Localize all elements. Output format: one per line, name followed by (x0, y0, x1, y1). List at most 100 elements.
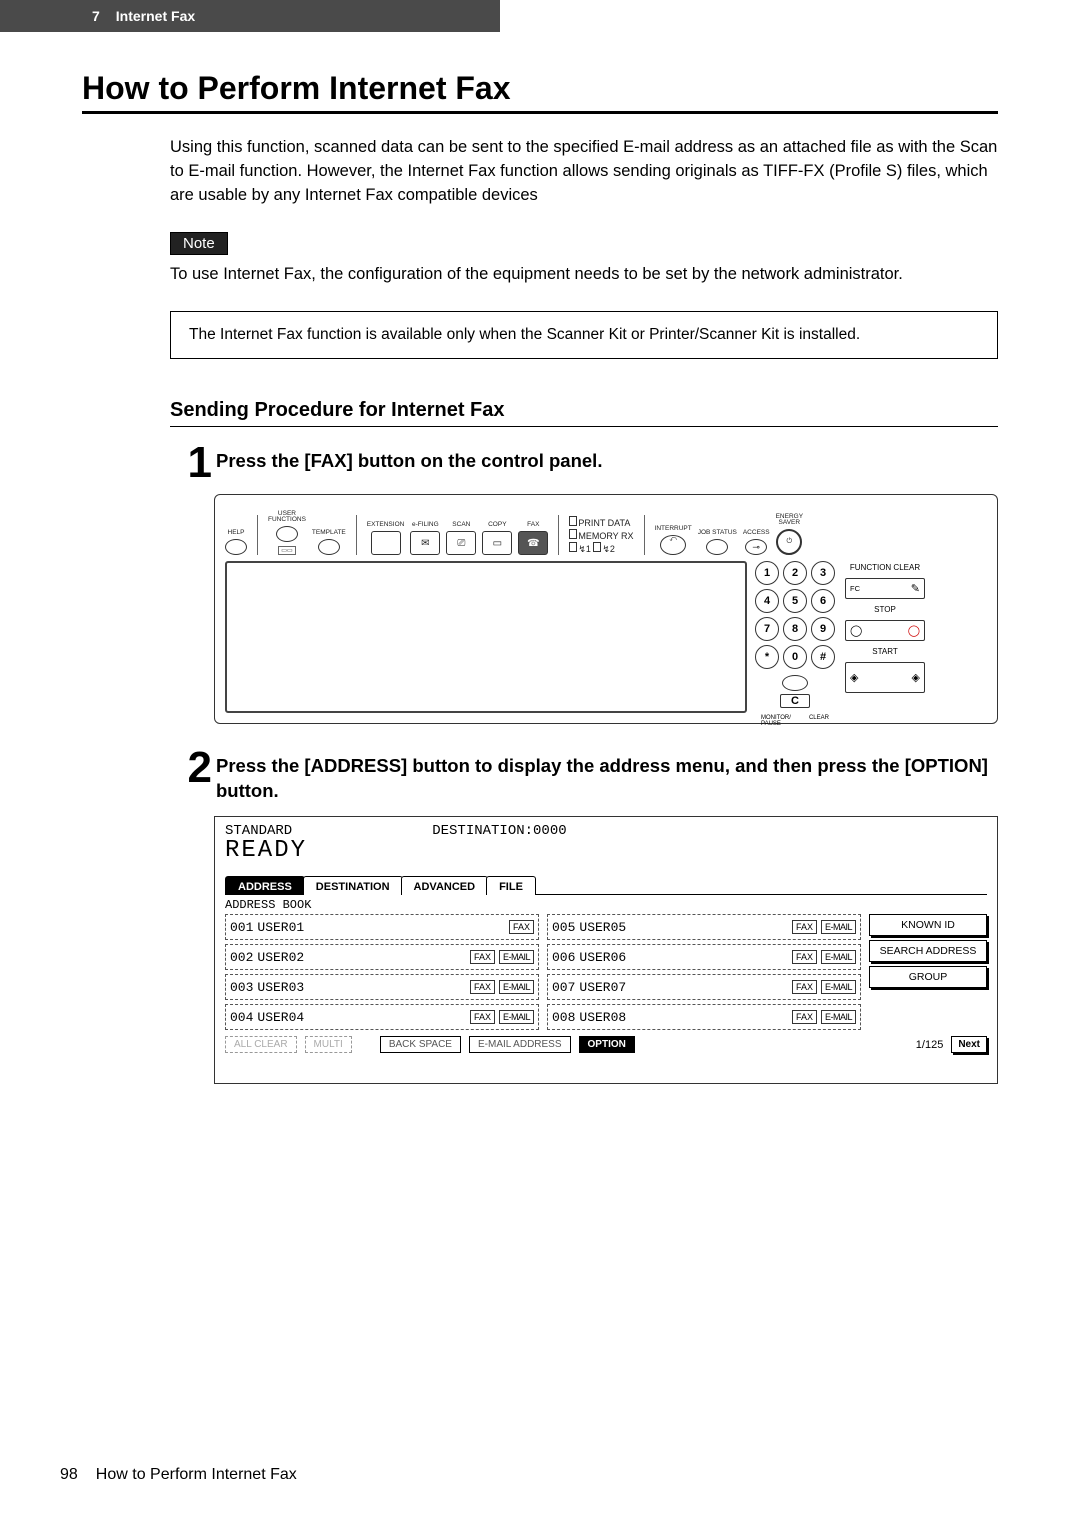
address-row-name: USER03 (257, 980, 466, 995)
stop-button[interactable]: ◯◯ (845, 620, 925, 641)
section-heading: Sending Procedure for Internet Fax (170, 399, 998, 422)
access-label: ACCESS (743, 523, 770, 537)
address-row[interactable]: 005USER05FAXE-MAIL (547, 914, 861, 940)
key-9[interactable]: 9 (811, 617, 835, 641)
tab-address[interactable]: ADDRESS (225, 876, 305, 895)
key-8[interactable]: 8 (783, 617, 807, 641)
address-row[interactable]: 007USER07FAXE-MAIL (547, 974, 861, 1000)
email-pill[interactable]: E-MAIL (499, 1010, 534, 1024)
fax-pill[interactable]: FAX (792, 980, 817, 994)
key-hash[interactable]: # (811, 645, 835, 669)
next-button[interactable]: Next (951, 1036, 987, 1053)
tab-file[interactable]: FILE (486, 876, 536, 895)
address-row-name: USER01 (257, 920, 505, 935)
email-address-button[interactable]: E-MAIL ADDRESS (469, 1036, 571, 1053)
key-1[interactable]: 1 (755, 561, 779, 585)
address-screen-illustration: STANDARD DESTINATION:0000 READY ADDRESS … (214, 816, 998, 1084)
address-row-id: 003 (230, 980, 253, 995)
address-row-name: USER07 (579, 980, 788, 995)
step-number: 2 (170, 748, 216, 788)
template-button[interactable] (318, 539, 340, 555)
email-pill[interactable]: E-MAIL (821, 950, 856, 964)
all-clear-button[interactable]: ALL CLEAR (225, 1036, 297, 1053)
address-column-right: 005USER05FAXE-MAIL006USER06FAXE-MAIL007U… (547, 914, 861, 1030)
email-pill[interactable]: E-MAIL (821, 1010, 856, 1024)
copy-label: COPY (488, 515, 506, 529)
email-pill[interactable]: E-MAIL (821, 920, 856, 934)
fax-pill[interactable]: FAX (470, 950, 495, 964)
key-6[interactable]: 6 (811, 589, 835, 613)
energy-saver-button[interactable]: ⏻ (776, 529, 802, 555)
destination-counter: DESTINATION:0000 (432, 823, 566, 839)
address-row-id: 002 (230, 950, 253, 965)
address-tabs: ADDRESS DESTINATION ADVANCED FILE (225, 876, 987, 895)
monitor-pause-button[interactable] (782, 675, 808, 691)
address-row[interactable]: 008USER08FAXE-MAIL (547, 1004, 861, 1030)
key-0[interactable]: 0 (783, 645, 807, 669)
touch-screen[interactable] (225, 561, 747, 713)
search-address-button[interactable]: SEARCH ADDRESS (869, 940, 987, 962)
energy-saver-label: ENERGY SAVER (776, 513, 803, 527)
fax-pill[interactable]: FAX (509, 920, 534, 934)
extension-button[interactable] (371, 531, 401, 555)
address-column-left: 001USER01FAX002USER02FAXE-MAIL003USER03F… (225, 914, 539, 1030)
intro-paragraph: Using this function, scanned data can be… (170, 136, 998, 208)
keypad-area: 1 2 3 4 5 6 7 8 9 * (755, 561, 987, 713)
fax-pill[interactable]: FAX (792, 1010, 817, 1024)
email-pill[interactable]: E-MAIL (499, 950, 534, 964)
clear-label: CLEAR (809, 715, 829, 727)
email-pill[interactable]: E-MAIL (821, 980, 856, 994)
efiling-button[interactable]: ✉ (410, 531, 440, 555)
key-3[interactable]: 3 (811, 561, 835, 585)
email-pill[interactable]: E-MAIL (499, 980, 534, 994)
address-row-name: USER05 (579, 920, 788, 935)
help-label: HELP (228, 523, 245, 537)
key-2[interactable]: 2 (783, 561, 807, 585)
address-book-label: ADDRESS BOOK (225, 898, 987, 912)
scan-button[interactable]: ⎚ (446, 531, 476, 555)
start-button[interactable]: ◈◈ (845, 662, 925, 693)
key-5[interactable]: 5 (783, 589, 807, 613)
interrupt-label: INTERRUPT (655, 519, 692, 533)
print-data-led: PRINT DATA (578, 518, 630, 528)
address-row[interactable]: 006USER06FAXE-MAIL (547, 944, 861, 970)
fax-pill[interactable]: FAX (470, 980, 495, 994)
key-c[interactable]: C (780, 694, 810, 708)
footer-title: How to Perform Internet Fax (96, 1466, 297, 1484)
copy-button[interactable]: ▭ (482, 531, 512, 555)
fax-button[interactable]: ☎ (518, 531, 548, 555)
tab-advanced[interactable]: ADVANCED (401, 876, 489, 895)
address-row[interactable]: 003 USER03 FAX E-MAIL (225, 974, 539, 1000)
key-7[interactable]: 7 (755, 617, 779, 641)
page-indicator: 1/125 (916, 1039, 944, 1051)
key-4[interactable]: 4 (755, 589, 779, 613)
section-rule (170, 426, 998, 427)
tab-destination[interactable]: DESTINATION (303, 876, 403, 895)
backspace-button[interactable]: BACK SPACE (380, 1036, 461, 1053)
address-row[interactable]: 002USER02FAXE-MAIL (225, 944, 539, 970)
address-side-buttons: KNOWN ID SEARCH ADDRESS GROUP (869, 914, 987, 1030)
stop-label: STOP (845, 603, 925, 616)
group-button[interactable]: GROUP (869, 966, 987, 988)
fax-pill[interactable]: FAX (470, 1010, 495, 1024)
key-star[interactable]: * (755, 645, 779, 669)
fax-pill[interactable]: FAX (792, 920, 817, 934)
address-row-id: 001 (230, 920, 253, 935)
interrupt-button[interactable]: ⤺ (660, 535, 686, 555)
address-row[interactable]: 004USER04FAXE-MAIL (225, 1004, 539, 1030)
multi-button[interactable]: MULTI (305, 1036, 352, 1053)
step-text: Press the [FAX] button on the control pa… (216, 443, 602, 474)
help-button[interactable] (225, 539, 247, 555)
option-button[interactable]: OPTION (579, 1036, 635, 1053)
address-row[interactable]: 001 USER01 FAX (225, 914, 539, 940)
access-button[interactable]: ⊸ (745, 539, 767, 555)
running-header: 7 Internet Fax (0, 0, 500, 32)
step-text: Press the [ADDRESS] button to display th… (216, 748, 998, 804)
user-functions-button[interactable] (276, 526, 298, 542)
job-status-button[interactable] (706, 539, 728, 555)
fax-pill[interactable]: FAX (792, 950, 817, 964)
address-row-id: 008 (552, 1010, 575, 1025)
fc-button[interactable]: FC✎ (845, 578, 925, 599)
address-row-id: 004 (230, 1010, 253, 1025)
known-id-button[interactable]: KNOWN ID (869, 914, 987, 936)
